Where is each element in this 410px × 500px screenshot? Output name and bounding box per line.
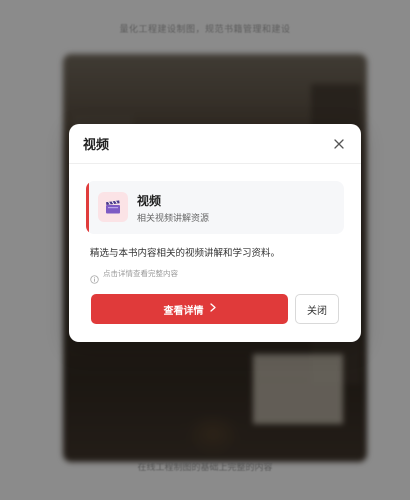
modal-header: 视频 — [69, 124, 361, 164]
view-details-label: 查看详情 — [163, 305, 204, 317]
card-title: 视频 — [137, 194, 162, 208]
modal-title: 视频 — [83, 138, 110, 153]
modal-description: 精选与本书内容相关的视频讲解和学习资料。 — [90, 248, 281, 259]
hint-text: 点击详情查看完整内容 — [103, 269, 178, 278]
info-icon — [90, 269, 99, 284]
hint-row: 点击详情查看完整内容 — [90, 268, 178, 284]
video-modal: 视频 视频 相关视频讲解资源 精选与本书内容相关的视频讲解和学习资料。 点击详情… — [69, 124, 361, 342]
chevron-right-icon — [209, 303, 216, 315]
clapperboard-icon — [98, 192, 128, 222]
resource-card: 视频 相关视频讲解资源 — [86, 181, 344, 234]
view-details-button[interactable]: 查看详情 — [91, 294, 288, 324]
card-subtitle: 相关视频讲解资源 — [137, 214, 210, 224]
page: 量化工程建设制图，规范书籍管理和建设 在线工程制图的基础上完整的内容 视频 视频… — [0, 0, 410, 500]
close-icon[interactable] — [331, 136, 347, 152]
close-button[interactable]: 关闭 — [295, 294, 339, 324]
card-accent-bar — [86, 181, 89, 234]
